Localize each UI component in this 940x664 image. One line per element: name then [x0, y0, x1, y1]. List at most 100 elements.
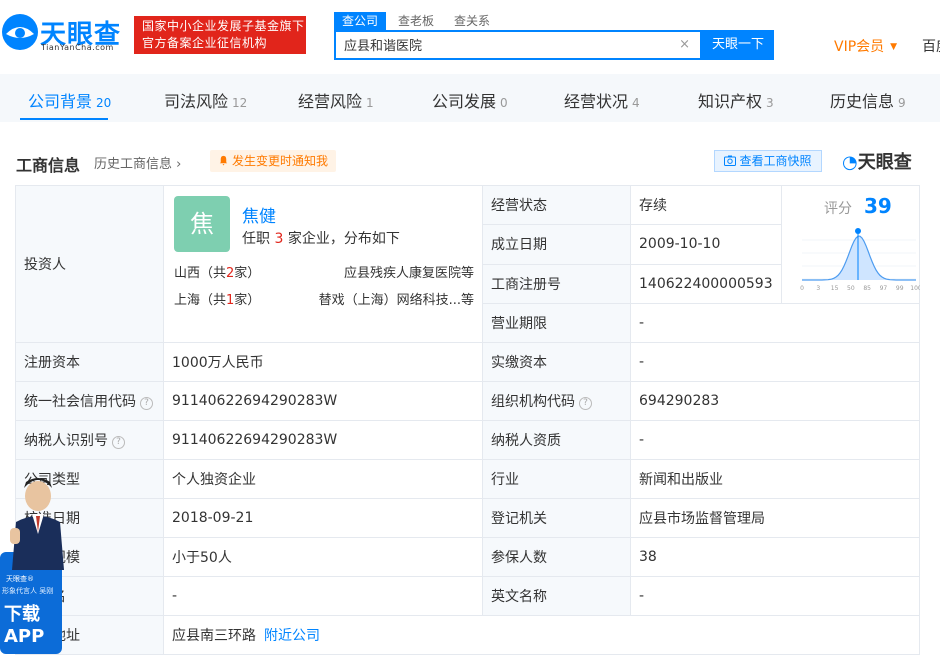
region-suffix: 家）: [234, 293, 261, 308]
field-label: 统一社会信用代码?: [15, 381, 164, 421]
field-label-text: 统一社会信用代码: [24, 394, 136, 410]
promo-download-line2: APP: [4, 626, 45, 647]
field-label: 组织机构代码?: [482, 381, 631, 421]
field-value-text: -: [639, 588, 645, 604]
avatar[interactable]: 焦: [174, 196, 230, 252]
field-label-text: 参保人数: [491, 550, 547, 566]
info-rows: 注册资本 1000万人民币 实缴资本 - 统一社会信用代码? 91140622694290…: [15, 342, 920, 655]
vip-menu[interactable]: VIP会员 ▼: [834, 36, 897, 56]
promo-download[interactable]: 下载 APP: [4, 604, 44, 648]
region-item[interactable]: 上海（共1家）: [174, 289, 260, 308]
field-value: -: [630, 420, 920, 460]
brand-eye-icon: ◔: [842, 152, 858, 173]
clear-icon[interactable]: ×: [679, 37, 690, 52]
field-value-text: -: [172, 588, 178, 604]
field-value: 1000万人民币: [163, 342, 483, 382]
investor-name-link[interactable]: 焦健: [242, 202, 276, 227]
nearby-companies-link[interactable]: 附近公司: [264, 628, 320, 644]
history-info-link[interactable]: 历史工商信息 ›: [94, 153, 181, 172]
tab-company-background[interactable]: 公司背景 20: [28, 88, 111, 112]
region-prefix: 上海（共: [174, 293, 227, 308]
role-count[interactable]: 3: [274, 231, 283, 247]
field-label: 成立日期: [482, 224, 631, 265]
vip-label: VIP会员: [834, 39, 885, 55]
field-value: 694290283: [630, 381, 920, 421]
score-distribution-chart: 0 3 15 50 85 97 99 100: [800, 228, 920, 292]
field-label: 注册资本: [15, 342, 164, 382]
role-suffix: 家企业，分布如下: [287, 231, 400, 247]
tab-label: 知识产权: [698, 92, 763, 111]
section-header: 工商信息 历史工商信息 › 发生变更时通知我 查看工商快照 ◔天眼查: [0, 122, 940, 184]
tab-history-info[interactable]: 历史信息 9: [830, 88, 906, 112]
field-label-text: 纳税人识别号: [24, 433, 108, 449]
search-input[interactable]: [344, 37, 664, 52]
score-panel[interactable]: 评分 39 0 3 15 50 85 97 99 100: [781, 185, 920, 304]
field-label-text: 行业: [491, 472, 519, 488]
field-value: 应县南三环路 附近公司: [163, 615, 920, 655]
search-button[interactable]: 天眼一下: [702, 30, 774, 60]
chevron-down-icon: ▼: [890, 42, 898, 52]
gov-badge-line1: 国家中小企业发展子基金旗下: [142, 19, 305, 33]
tab-company-development[interactable]: 公司发展 0: [432, 88, 508, 112]
help-icon[interactable]: ?: [579, 397, 592, 410]
field-value: -: [163, 576, 483, 616]
tab-business-status[interactable]: 经营状况 4: [564, 88, 640, 112]
axis-tick-label: 3: [816, 285, 820, 292]
axis-tick-label: 0: [800, 285, 804, 292]
tab-count: 0: [500, 96, 508, 110]
region-company[interactable]: 替戏（上海）网络科技...等: [319, 289, 474, 308]
region-company[interactable]: 应县残疾人康复医院等: [344, 262, 474, 281]
topbar-right-link[interactable]: 百度: [922, 36, 940, 56]
download-app-promo[interactable]: 天眼查® 形象代言人 吴刚 下载 APP: [0, 470, 66, 664]
tab-intellectual-property[interactable]: 知识产权 3: [698, 88, 774, 112]
help-icon[interactable]: ?: [140, 397, 153, 410]
field-value-text: -: [639, 354, 645, 370]
axis-tick-label: 100: [910, 285, 920, 292]
chevron-right-icon: ›: [176, 157, 182, 172]
table-row: 人员规模小于50人参保人数38: [15, 537, 920, 577]
tab-count: 9: [898, 96, 906, 110]
search-tab-boss[interactable]: 查老板: [398, 12, 434, 30]
tab-count: 1: [366, 96, 374, 110]
search-tab-company[interactable]: 查公司: [334, 12, 387, 30]
axis-tick-label: 97: [880, 285, 888, 292]
gov-badge-line2: 官方备案企业征信机构: [142, 36, 268, 50]
history-link-label: 历史工商信息: [94, 157, 173, 172]
table-row: 投资人 焦 焦健 任职 3 家企业，分布如下 山西（共2家） 应县残疾人康复医院…: [15, 184, 920, 343]
field-value: 140622400000593: [630, 263, 782, 305]
field-value: -: [630, 576, 920, 616]
help-icon[interactable]: ?: [112, 436, 125, 449]
field-value-text: 1000万人民币: [172, 355, 264, 371]
score-title: 评分: [824, 201, 852, 217]
logo[interactable]: 天眼查 TianYanCha.com: [0, 12, 128, 56]
field-label-text: 实缴资本: [491, 355, 547, 371]
region-suffix: 家）: [234, 266, 261, 281]
tab-business-risk[interactable]: 经营风险 1: [298, 88, 374, 112]
field-label: 行业: [482, 459, 631, 499]
tab-label: 公司背景: [28, 92, 93, 111]
promo-brand: 天眼查®: [6, 575, 34, 583]
region-item[interactable]: 山西（共2家）: [174, 262, 260, 281]
tab-label: 经营风险: [298, 92, 363, 111]
notify-label: 发生变更时通知我: [232, 154, 329, 168]
field-value: 91140622694290283W: [163, 420, 483, 460]
region-prefix: 山西（共: [174, 266, 227, 281]
business-info-table: 投资人 焦 焦健 任职 3 家企业，分布如下 山西（共2家） 应县残疾人康复医院…: [15, 184, 920, 655]
notify-button[interactable]: 发生变更时通知我: [210, 150, 337, 172]
snapshot-button[interactable]: 查看工商快照: [714, 150, 822, 172]
snapshot-label: 查看工商快照: [739, 154, 812, 168]
field-value-text: 694290283: [639, 393, 720, 409]
search-tab-relation[interactable]: 查关系: [454, 12, 490, 30]
tab-label: 历史信息: [830, 92, 895, 111]
top-header: 天眼查 TianYanCha.com 国家中小企业发展子基金旗下 官方备案企业征…: [0, 0, 940, 74]
tab-label: 司法风险: [164, 92, 229, 111]
tab-legal-risk[interactable]: 司法风险 12: [164, 88, 247, 112]
spokesperson-image: [10, 478, 64, 570]
distribution-area: [802, 236, 916, 280]
field-value-text: 91140622694290283W: [172, 393, 338, 409]
table-row: 注册地址应县南三环路附近公司: [15, 615, 920, 655]
table-row: 公司类型 个人独资企业 行业 新闻和出版业: [15, 459, 920, 499]
field-value: 38: [630, 537, 920, 577]
field-value-text: 2018-09-21: [172, 510, 254, 526]
table-row: 纳税人识别号? 91140622694290283W 纳税人资质 -: [15, 420, 920, 460]
